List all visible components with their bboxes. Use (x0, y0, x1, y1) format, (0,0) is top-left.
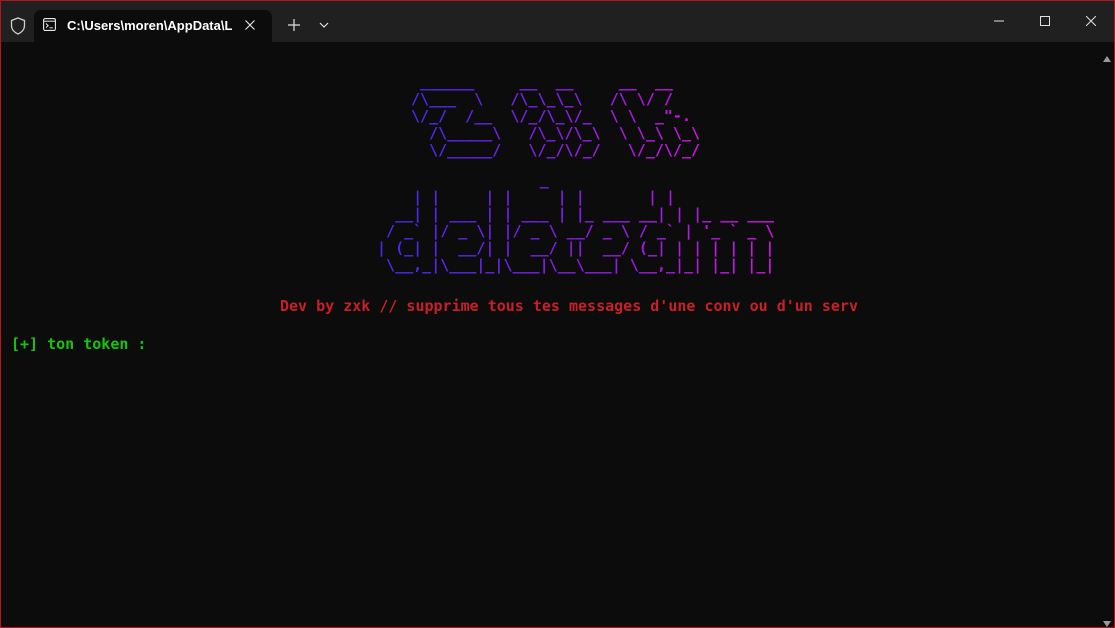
close-icon[interactable] (244, 19, 256, 31)
subtitle-text: Dev by zxk // supprime tous tes messages… (280, 297, 858, 315)
window-close-button[interactable] (1068, 1, 1114, 42)
ascii-logo-bottom: _ | | | | | | | | __| | ___ | | ___ | |_… (368, 172, 774, 274)
window-close-icon (1086, 16, 1096, 26)
vertical-scrollbar[interactable] (1099, 42, 1114, 627)
scroll-up-arrow-icon[interactable] (1103, 49, 1111, 62)
tab-title: C:\Users\moren\AppData\Local\Programs\Py… (67, 18, 232, 33)
chevron-down-icon[interactable] (314, 15, 334, 35)
tab-python[interactable]: C:\Users\moren\AppData\Local\Programs\Py… (34, 10, 272, 42)
minimize-icon (994, 20, 1004, 22)
shield-icon (10, 17, 26, 35)
terminal-tab-icon (43, 18, 56, 31)
maximize-button[interactable] (1022, 1, 1068, 42)
minimize-button[interactable] (976, 1, 1022, 42)
maximize-icon (1040, 16, 1050, 26)
terminal-window: C:\Users\moren\AppData\Local\Programs\Py… (0, 0, 1115, 628)
scroll-down-arrow-icon[interactable] (1103, 614, 1111, 627)
plus-icon[interactable] (284, 15, 304, 35)
terminal-output[interactable]: ______ __ __ __ __ /\___ \ /\_\_\_\ /\ \… (2, 42, 1099, 627)
title-bar[interactable]: C:\Users\moren\AppData\Local\Programs\Py… (1, 1, 1114, 42)
ascii-logo-top: ______ __ __ __ __ /\___ \ /\_\_\_\ /\ \… (402, 74, 700, 159)
token-prompt[interactable]: [+] ton token : (11, 335, 146, 353)
